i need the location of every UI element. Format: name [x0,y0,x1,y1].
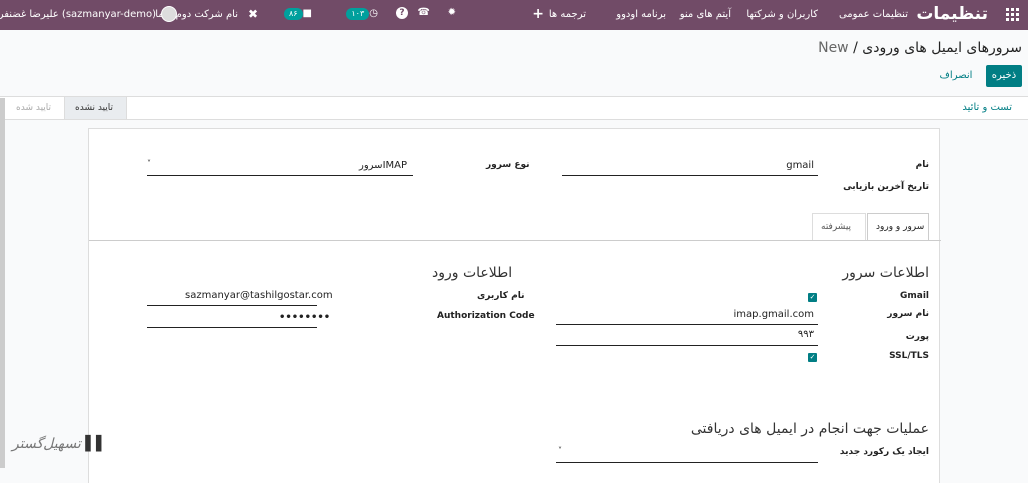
username-value: sazmanyar@tashilgostar.com [185,290,333,301]
discard-button[interactable]: انصراف [934,65,978,87]
login-info-title: اطلاعات ورود [432,265,513,281]
watermark-logo: تسهیل‌گستر ▌▌ [12,436,107,452]
tab-server-login[interactable]: سرور و ورود [867,213,929,241]
chevron-down-icon: ˅ [147,159,151,168]
server-type-value: سرورIMAP [359,160,408,171]
app-brand[interactable]: تنظیمات [916,4,988,24]
gmail-checkbox[interactable]: ✓ [808,293,817,302]
tab-advanced[interactable]: پیشرفته [812,213,866,241]
chat-icon[interactable]: ۸۶ ■ [283,8,312,20]
auth-code-value: •••••••• [279,312,331,323]
save-button[interactable]: ذخیره [986,65,1022,87]
server-name-input[interactable] [556,324,818,325]
breadcrumb: سرورهای ایمیل های ورودی / New [818,40,1022,56]
scrollbar[interactable] [0,98,5,468]
menu-translations[interactable]: ترجمه ها [549,9,586,20]
chevron-down-icon: ˅ [558,446,562,455]
tab-divider [89,240,941,241]
port-label: پورت [905,332,929,342]
name-value: gmail [786,160,814,171]
server-type-select[interactable] [147,175,413,176]
menu-odoo-app[interactable]: برنامه اودوو [616,9,666,20]
actions-title: عملیات جهت انجام در ایمیل های دریافتی [690,421,929,437]
messages-badge: ۸۶ [283,8,303,20]
menu-users-companies[interactable]: کاربران و شرکتها [746,9,818,20]
bug-icon[interactable]: ✹ [448,7,456,18]
form-sheet: نام gmail نوع سرور سرورIMAP ˅ تاریخ آخری… [88,128,941,483]
stage-not-confirmed[interactable]: تایید نشده [64,97,127,119]
username-input[interactable] [147,305,317,306]
ssl-checkbox[interactable]: ✓ [808,353,817,362]
gmail-label: Gmail [899,291,929,301]
user-avatar[interactable] [161,6,177,22]
last-fetch-label: تاریخ آخرین بازیابی [843,182,929,192]
phone-icon[interactable]: ☎ [418,7,430,18]
port-value: ۹۹۳ [797,329,814,340]
create-record-select[interactable] [556,462,818,463]
port-input[interactable] [556,345,818,346]
activity-badge: ۱۰۳ [346,8,370,20]
server-info-title: اطلاعات سرور [842,265,929,281]
debug-tools-icon[interactable]: ✖ [248,7,258,21]
status-bar: تست و تائید تایید نشده تایید شده [0,96,1028,120]
server-type-label: نوع سرور [486,160,530,170]
server-name-label: نام سرور [887,309,929,319]
name-input[interactable] [562,175,818,176]
breadcrumb-separator: / [853,40,858,56]
plus-icon[interactable]: + [532,6,544,22]
user-menu[interactable]: علیرضا غضنفری (sazmanyar-demo) [0,9,156,20]
ssl-label: SSL/TLS [889,351,929,361]
help-icon[interactable]: ? [396,7,408,19]
top-navbar: تنظیمات تنظیمات عمومی کاربران و شرکتها آ… [0,0,1028,30]
activity-clock-icon[interactable]: ۱۰۳ ◷ [346,8,378,20]
auth-code-input[interactable] [147,327,317,328]
server-name-value: imap.gmail.com [733,309,814,320]
stage-confirmed[interactable]: تایید شده [6,97,64,119]
name-label: نام [915,160,929,170]
breadcrumb-current: New [818,40,849,56]
menu-general-settings[interactable]: تنظیمات عمومی [839,9,908,20]
test-confirm-button[interactable]: تست و تائید [962,102,1012,113]
create-record-label: ایجاد یک رکورد جدید [839,447,929,457]
menu-menu-items[interactable]: آیتم های منو [680,9,731,20]
auth-code-label: Authorization Code [437,311,535,321]
username-label: نام کاربری [477,291,525,301]
breadcrumb-parent[interactable]: سرورهای ایمیل های ورودی [862,40,1022,56]
apps-menu-icon[interactable] [1006,8,1020,22]
